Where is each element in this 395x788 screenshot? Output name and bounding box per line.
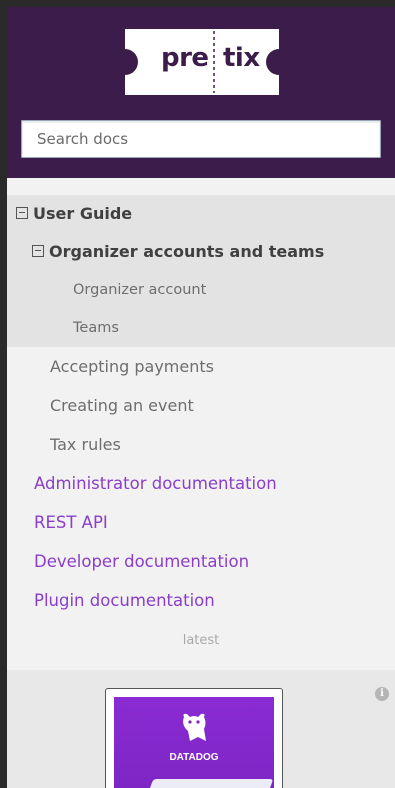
menu-item-label: Administrator documentation (34, 474, 277, 493)
collapse-toggle-icon[interactable] (32, 244, 44, 257)
menu-item-tax-rules[interactable]: Tax rules (7, 425, 395, 464)
menu-item-label: Plugin documentation (34, 591, 215, 610)
menu-item-label: Creating an event (50, 396, 194, 415)
ad-area: i DATADOG (7, 670, 395, 788)
pretix-logo[interactable]: pre tix (125, 29, 279, 95)
menu-item-label: Teams (73, 320, 119, 336)
collapse-toggle-icon[interactable] (16, 206, 28, 219)
menu-item-organizer-account[interactable]: Organizer account (7, 271, 395, 309)
menu-item-label: Accepting payments (50, 357, 214, 376)
info-icon[interactable]: i (375, 687, 389, 701)
menu-item-teams[interactable]: Teams (7, 309, 395, 347)
menu-item-rest-api[interactable]: REST API (7, 503, 395, 542)
menu-item-label: Organizer account (73, 282, 207, 298)
version-label[interactable]: latest (7, 633, 395, 648)
logo-text-pre: pre (161, 43, 209, 73)
menu-item-label: Tax rules (50, 435, 121, 454)
menu-item-plugin-docs[interactable]: Plugin documentation (7, 581, 395, 620)
menu-item-admin-docs[interactable]: Administrator documentation (7, 464, 395, 503)
menu-item-label: Developer documentation (34, 552, 250, 571)
menu-item-creating-event[interactable]: Creating an event (7, 386, 395, 425)
docs-sidebar: pre tix User Guide Organizer accounts an… (7, 7, 395, 788)
menu-item-label: User Guide (33, 204, 133, 223)
menu-item-accepting-payments[interactable]: Accepting payments (7, 347, 395, 386)
ad-screenshot (138, 779, 274, 788)
menu-item-organizer-accounts[interactable]: Organizer accounts and teams (7, 233, 395, 271)
dog-logo-icon (183, 713, 206, 741)
logo-text-tix: tix (223, 43, 260, 73)
window-top-border (0, 0, 395, 7)
menu-item-label: REST API (34, 513, 108, 532)
sidebar-header: pre tix (7, 7, 395, 178)
menu-item-developer-docs[interactable]: Developer documentation (7, 542, 395, 581)
menu-item-label: Organizer accounts and teams (49, 242, 325, 261)
menu-item-user-guide[interactable]: User Guide (7, 195, 395, 233)
window-left-border (0, 0, 7, 788)
nav-menu: User Guide Organizer accounts and teams … (7, 195, 395, 620)
ad-card[interactable]: DATADOG (105, 688, 283, 788)
ad-brand-text: DATADOG (169, 752, 219, 763)
search-input[interactable] (21, 120, 381, 158)
ad-image[interactable]: DATADOG (114, 697, 274, 788)
